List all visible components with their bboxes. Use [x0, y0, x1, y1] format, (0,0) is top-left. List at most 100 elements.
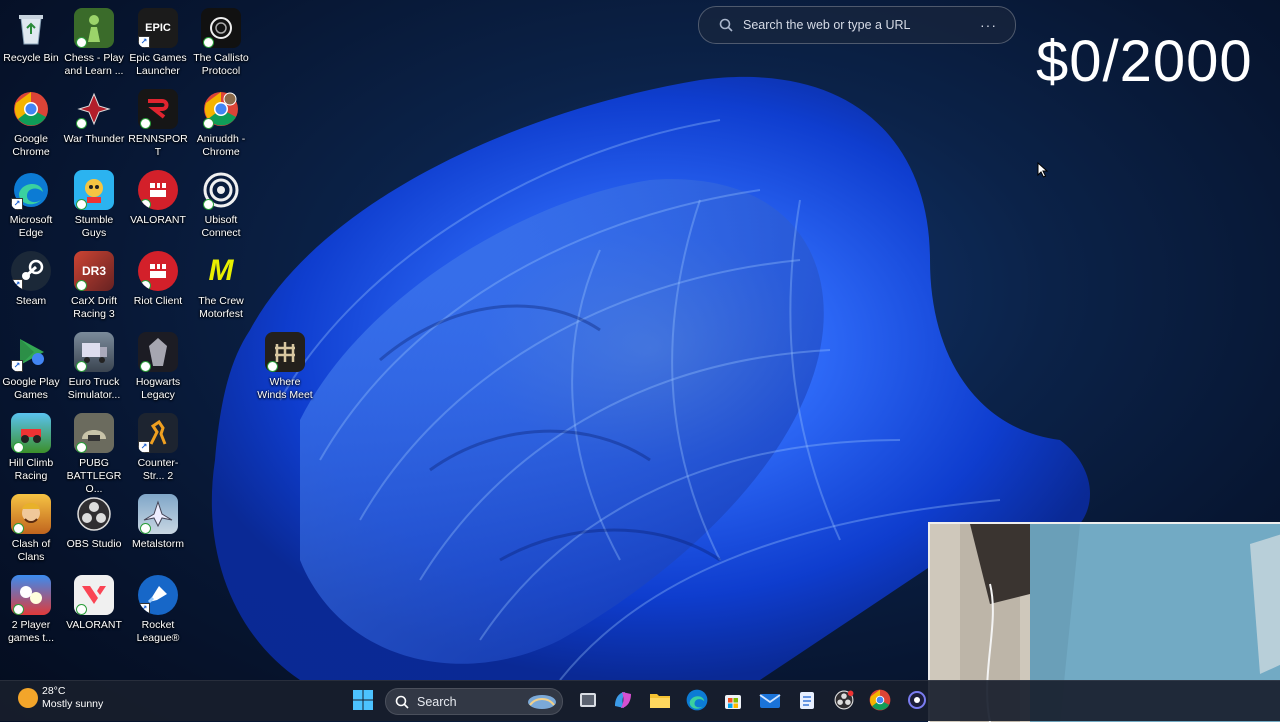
store-bag-icon	[725, 695, 741, 709]
epic-games-icon: EPIC ↗	[138, 8, 178, 48]
weather-widget[interactable]: 28°C Mostly sunny	[18, 685, 103, 711]
desktop-icon-steam[interactable]: ↗ Steam	[0, 247, 62, 308]
desktop-icon-obs-studio[interactable]: OBS Studio	[63, 490, 125, 551]
desktop-icon-stumble-guys[interactable]: Stumble Guys	[63, 166, 125, 240]
search-highlight-icon	[528, 694, 556, 709]
ubisoft-swirl-icon	[201, 170, 241, 210]
shortcut-arrow-icon: ↗	[138, 603, 150, 615]
sync-status-icon	[13, 604, 24, 615]
start-button[interactable]	[351, 688, 375, 712]
desktop-icon-hill-climb-racing[interactable]: Hill Climb Racing	[0, 409, 62, 483]
google-play-games-icon: ↗	[11, 332, 51, 372]
metalstorm-jet-icon	[138, 494, 178, 534]
euro-truck-icon	[74, 332, 114, 372]
taskbar-edge[interactable]	[685, 688, 709, 712]
desktop-icon-recycle-bin[interactable]: Recycle Bin	[0, 4, 62, 65]
desktop-icon-riot-client[interactable]: Riot Client	[127, 247, 189, 308]
taskbar	[0, 680, 1280, 721]
clash-of-clans-icon	[11, 494, 51, 534]
desktop-icon-label: Metalstorm	[132, 538, 184, 550]
desktop-icon-label: Hill Climb Racing	[8, 457, 54, 482]
desktop-icon-label: VALORANT	[66, 619, 122, 631]
desktop-icon-counter-strike-2[interactable]: ↗ Counter-Str... 2	[127, 409, 189, 483]
callisto-protocol-icon	[201, 8, 241, 48]
search-input[interactable]: Search the web or type a URL	[743, 18, 980, 32]
rocket-league-icon: ↗	[138, 575, 178, 615]
weather-temperature: 28°C	[42, 685, 66, 697]
desktop-icon-2-player-games[interactable]: 2 Player games t...	[0, 571, 62, 645]
shortcut-arrow-icon: ↗	[11, 360, 23, 372]
chess-pawn-icon	[74, 8, 114, 48]
desktop-icon-label: Recycle Bin	[3, 52, 59, 64]
desktop-icon-euro-truck[interactable]: Euro Truck Simulator...	[63, 328, 125, 402]
riot-fist-icon	[138, 251, 178, 291]
desktop-icon-google-chrome[interactable]: Google Chrome	[0, 85, 62, 159]
desktop-icon-chess[interactable]: Chess - Play and Learn ...	[63, 4, 125, 78]
crew-motorfest-icon: M	[208, 254, 234, 287]
desktop-icon-epic-games[interactable]: EPIC ↗ Epic Games Launcher	[127, 4, 189, 78]
desktop-icon-pubg[interactable]: PUBG BATTLEGRO...	[63, 409, 125, 496]
hill-climb-racing-icon	[11, 413, 51, 453]
desktop-icon-label: 2 Player games t...	[7, 619, 55, 644]
taskbar-app-circle[interactable]	[905, 688, 929, 712]
sync-status-icon	[76, 442, 87, 453]
windows-logo-icon	[353, 690, 373, 710]
shortcut-arrow-icon: ↗	[11, 279, 23, 291]
carx-drift-icon: DR3	[74, 251, 114, 291]
search-icon	[719, 18, 733, 32]
sync-status-icon	[203, 37, 214, 48]
edge-icon	[686, 689, 708, 711]
desktop-icon-label: Epic Games Launcher	[129, 52, 187, 77]
desktop-icon-rennsport[interactable]: RENNSPORT	[127, 85, 189, 159]
desktop-icon-where-winds-meet[interactable]: Where Winds Meet	[254, 328, 316, 402]
desktop-icon-the-crew-motorfest[interactable]: M The Crew Motorfest	[190, 247, 252, 321]
taskbar-search-box[interactable]: Search	[385, 688, 563, 715]
desktop-icon-label: Where Winds Meet	[257, 376, 313, 401]
valorant-icon	[74, 575, 114, 615]
taskbar-file-explorer[interactable]	[648, 688, 672, 712]
desktop-icon-label: War Thunder	[63, 133, 125, 145]
mouse-pointer-icon	[1037, 162, 1049, 178]
mail-icon	[759, 694, 781, 708]
desktop-icon-clash-of-clans[interactable]: Clash of Clans	[0, 490, 62, 564]
desktop-icon-hogwarts-legacy[interactable]: Hogwarts Legacy	[127, 328, 189, 402]
sync-status-icon	[203, 118, 214, 129]
taskbar-notepad[interactable]	[795, 688, 819, 712]
counter-strike-icon: ↗	[138, 413, 178, 453]
desktop-icon-label: Microsoft Edge	[9, 214, 53, 239]
desktop-icon-google-play-games[interactable]: ↗ Google Play Games	[0, 328, 62, 402]
desktop-icon-valorant[interactable]: VALORANT	[63, 571, 125, 632]
sync-status-icon	[140, 199, 151, 210]
desktop-icon-microsoft-edge[interactable]: ↗ Microsoft Edge	[0, 166, 62, 240]
app-ring-icon	[908, 691, 926, 709]
desktop-icon-label: Riot Client	[133, 295, 183, 307]
desktop-icon-carx-drift[interactable]: DR3 CarX Drift Racing 3	[63, 247, 125, 321]
desktop-icon-rocket-league[interactable]: ↗ Rocket League®	[127, 571, 189, 645]
riot-fist-icon	[138, 170, 178, 210]
sync-status-icon	[140, 361, 151, 372]
money-counter-overlay: $0/2000	[1036, 29, 1253, 94]
desktop-icon-war-thunder[interactable]: War Thunder	[63, 85, 125, 146]
sync-status-icon	[140, 523, 151, 534]
desktop-icon-ubisoft-connect[interactable]: Ubisoft Connect	[190, 166, 252, 240]
taskbar-chrome[interactable]	[868, 688, 892, 712]
shortcut-arrow-icon: ↗	[138, 441, 150, 453]
desktop-icon-aniruddh-chrome[interactable]: Aniruddh - Chrome	[190, 85, 252, 159]
desktop-icon-valorant-riot[interactable]: VALORANT	[127, 166, 189, 227]
recycle-bin-icon	[11, 8, 51, 48]
taskbar-microsoft-store[interactable]	[721, 688, 745, 712]
war-thunder-icon	[74, 89, 114, 129]
desktop-icon-label: OBS Studio	[66, 538, 122, 550]
web-search-widget[interactable]: Search the web or type a URL ···	[698, 6, 1016, 44]
notepad-icon	[800, 692, 814, 709]
taskbar-copilot[interactable]	[611, 688, 635, 712]
sync-status-icon	[76, 361, 87, 372]
desktop-icon-metalstorm[interactable]: Metalstorm	[127, 490, 189, 551]
desktop-icon-callisto-protocol[interactable]: The Callisto Protocol	[190, 4, 252, 78]
taskbar-obs[interactable]	[832, 688, 856, 712]
sun-icon	[18, 688, 38, 708]
taskbar-mail[interactable]	[758, 688, 782, 712]
more-options-icon[interactable]: ···	[980, 17, 997, 33]
taskbar-task-view[interactable]	[576, 688, 600, 712]
obs-studio-icon	[834, 690, 854, 710]
